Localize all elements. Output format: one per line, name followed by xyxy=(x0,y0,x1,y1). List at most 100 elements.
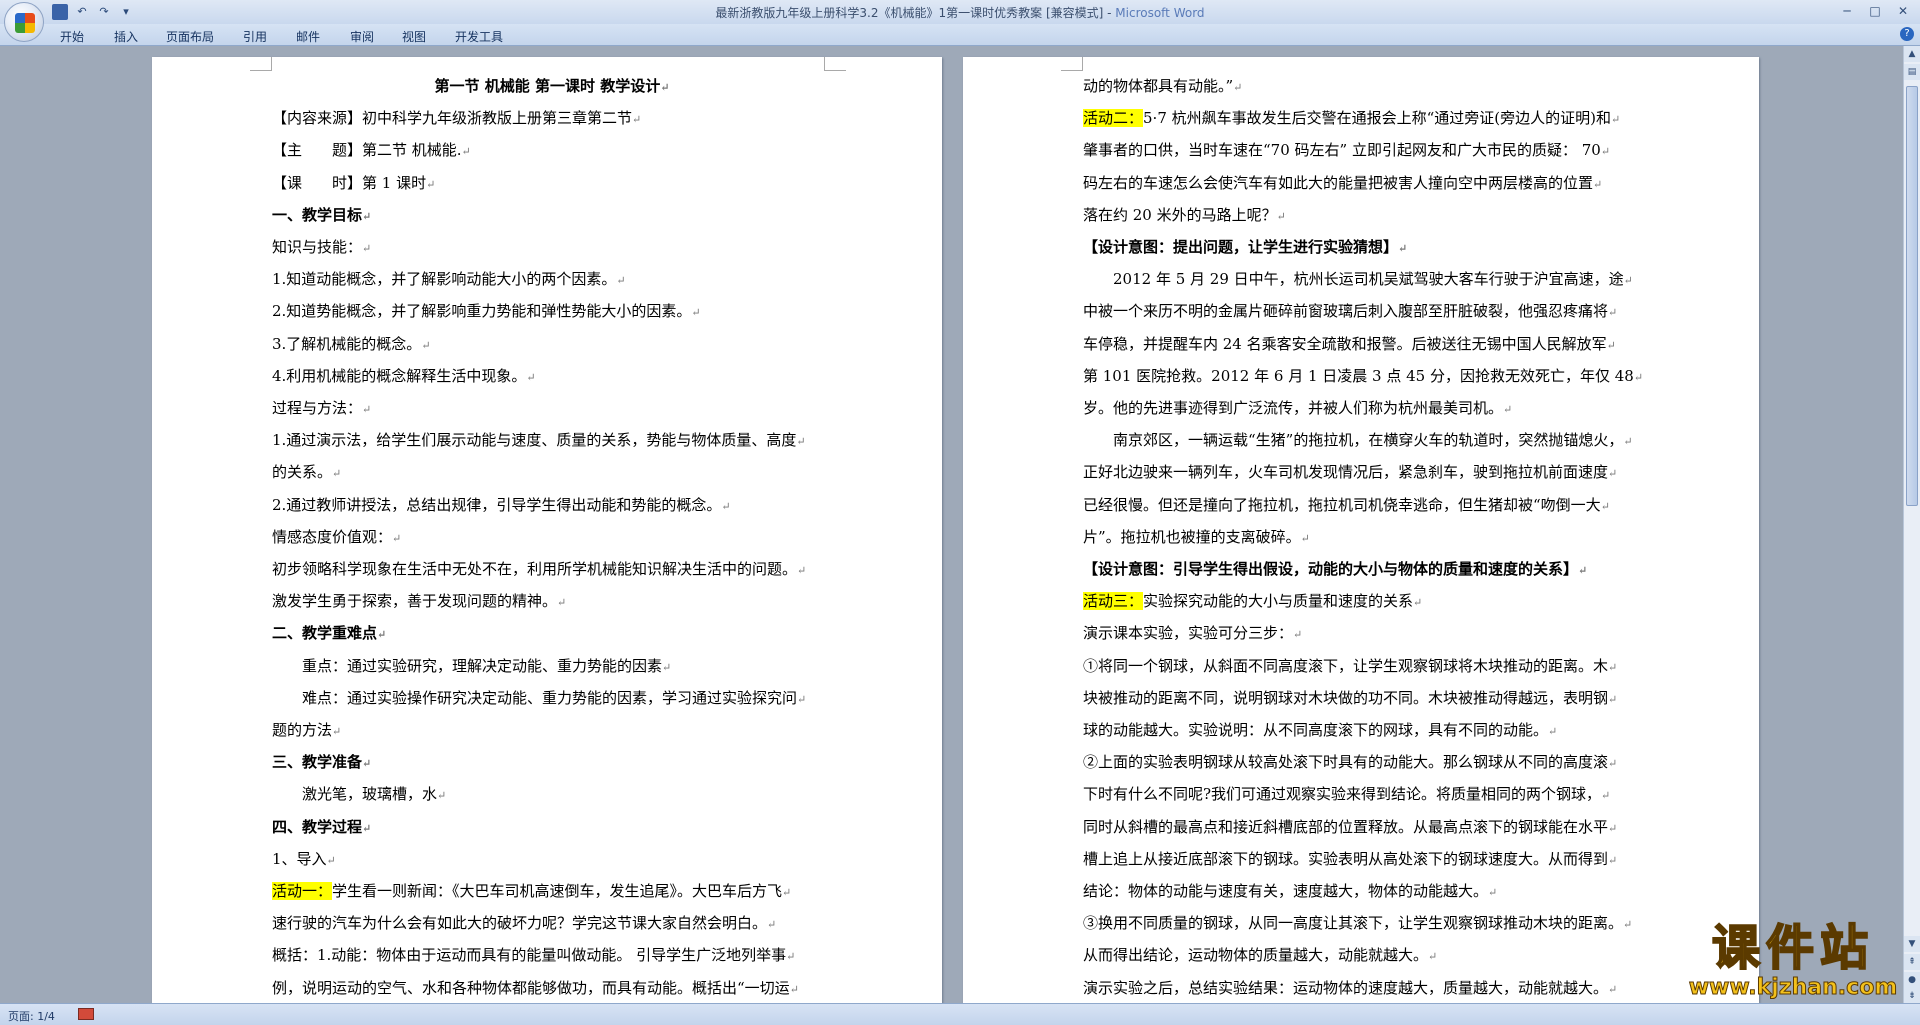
paragraph-line[interactable]: 激光笔，玻璃槽，水↵ xyxy=(272,779,832,811)
paragraph-line[interactable]: 的关系。↵ xyxy=(272,457,832,489)
paragraph-mark-icon: ↵ xyxy=(1503,403,1513,417)
highlighted-activity-label: 活动二： xyxy=(1083,109,1144,128)
paragraph-mark-icon: ↵ xyxy=(362,242,372,256)
paragraph-line[interactable]: 三、教学准备↵ xyxy=(272,747,832,779)
office-button[interactable] xyxy=(4,2,44,42)
paragraph-line[interactable]: 下时有什么不同呢?我们可通过观察实验来得到结论。将质量相同的两个钢球，↵ xyxy=(1083,779,1647,811)
paragraph-line[interactable]: 初步领略科学现象在生活中无处不在，利用所学机械能知识解决生活中的问题。↵ xyxy=(272,554,832,586)
page-1-text[interactable]: 第一节 机械能 第一课时 教学设计↵ 【内容来源】初中科学九年级浙教版上册第三章第… xyxy=(272,71,832,1003)
paragraph-line[interactable]: 四、教学过程↵ xyxy=(272,812,832,844)
paragraph-line[interactable]: 演示实验之后，总结实验结果：运动物体的速度越大，质量越大，动能就越大。↵ xyxy=(1083,973,1647,1003)
paragraph-line[interactable]: 【内容来源】初中科学九年级浙教版上册第三章第二节↵ xyxy=(272,103,832,135)
tab-home[interactable]: 开始 xyxy=(60,28,84,45)
scroll-thumb[interactable] xyxy=(1906,86,1918,506)
paragraph-mark-icon: ↵ xyxy=(1398,242,1408,256)
paragraph-line[interactable]: 2.通过教师讲授法，总结出规律，引导学生得出动能和势能的概念。↵ xyxy=(272,490,832,522)
paragraph-line[interactable]: 4.利用机械能的概念解释生活中现象。↵ xyxy=(272,361,832,393)
tab-page-layout[interactable]: 页面布局 xyxy=(166,28,214,45)
paragraph-line[interactable]: 【设计意图：引导学生得出假设，动能的大小与物体的质量和速度的关系】↵ xyxy=(1083,554,1647,586)
page-2-text[interactable]: 动的物体都具有动能。”↵ 活动二：5·7 杭州飙车事故发生后交警在通报会上称“通过… xyxy=(1083,71,1647,1003)
paragraph-line[interactable]: 3.了解机械能的概念。↵ xyxy=(272,329,832,361)
paragraph-line[interactable]: 1、导入↵ xyxy=(272,844,832,876)
paragraph-line[interactable]: 2012 年 5 月 29 日中午，杭州长运司机吴斌驾驶大客车行驶于沪宜高速，途… xyxy=(1083,264,1647,296)
help-icon[interactable]: ? xyxy=(1900,27,1914,41)
document-page-2[interactable]: 动的物体都具有动能。”↵ 活动二：5·7 杭州飙车事故发生后交警在通报会上称“通过… xyxy=(963,57,1759,1003)
paragraph-line[interactable]: 落在约 20 米外的马路上呢？↵ xyxy=(1083,200,1647,232)
paragraph-line[interactable]: 演示课本实验，实验可分三步：↵ xyxy=(1083,618,1647,650)
paragraph-line[interactable]: 1.通过演示法，给学生们展示动能与速度、质量的关系，势能与物体质量、高度↵ xyxy=(272,425,832,457)
paragraph-line[interactable]: ②上面的实验表明钢球从较高处滚下时具有的动能大。那么钢球从不同的高度滚↵ xyxy=(1083,747,1647,779)
paragraph-line[interactable]: ③换用不同质量的钢球，从同一高度让其滚下，让学生观察钢球推动木块的距离。↵ xyxy=(1083,908,1647,940)
paragraph-line[interactable]: 码左右的车速怎么会使汽车有如此大的能量把被害人撞向空中两层楼高的位置↵ xyxy=(1083,168,1647,200)
document-page-1[interactable]: 第一节 机械能 第一课时 教学设计↵ 【内容来源】初中科学九年级浙教版上册第三章第… xyxy=(152,57,942,1003)
paragraph-line[interactable]: 二、教学重难点↵ xyxy=(272,618,832,650)
paragraph-mark-icon: ↵ xyxy=(767,918,777,932)
proofing-icon[interactable] xyxy=(78,1008,94,1020)
line-text: 三、教学准备 xyxy=(272,753,363,772)
paragraph-line[interactable]: 结论：物体的动能与速度有关，速度越大，物体的动能越大。↵ xyxy=(1083,876,1647,908)
paragraph-mark-icon: ↵ xyxy=(1608,467,1618,481)
paragraph-line[interactable]: 过程与方法：↵ xyxy=(272,393,832,425)
minimize-icon[interactable]: ─ xyxy=(1834,2,1860,20)
paragraph-line[interactable]: 动的物体都具有动能。”↵ xyxy=(1083,71,1647,103)
line-text: 落在约 20 米外的马路上呢？ xyxy=(1083,205,1277,224)
paragraph-line[interactable]: 车停稳，并提醒车内 24 名乘客安全疏散和报警。后被送往无锡中国人民解放军↵ xyxy=(1083,329,1647,361)
paragraph-line[interactable]: 一、教学目标↵ xyxy=(272,200,832,232)
paragraph-mark-icon: ↵ xyxy=(377,628,387,642)
tab-mailings[interactable]: 邮件 xyxy=(296,28,320,45)
paragraph-line[interactable]: 【设计意图：提出问题，让学生进行实验猜想】↵ xyxy=(1083,232,1647,264)
paragraph-line[interactable]: 从而得出结论，运动物体的质量越大，动能就越大。↵ xyxy=(1083,940,1647,972)
paragraph-line[interactable]: 同时从斜槽的最高点和接近斜槽底部的位置释放。从最高点滚下的钢球能在水平↵ xyxy=(1083,812,1647,844)
paragraph-line[interactable]: 难点：通过实验操作研究决定动能、重力势能的因素，学习通过实验探究问↵ xyxy=(272,683,832,715)
tab-references[interactable]: 引用 xyxy=(243,28,267,45)
paragraph-line[interactable]: 2.知道势能概念，并了解影响重力势能和弹性势能大小的因素。↵ xyxy=(272,296,832,328)
paragraph-line[interactable]: 正好北边驶来一辆列车，火车司机发现情况后，紧急刹车，驶到拖拉机前面速度↵ xyxy=(1083,457,1647,489)
maximize-icon[interactable]: □ xyxy=(1862,2,1888,20)
paragraph-line[interactable]: 重点：通过实验研究，理解决定动能、重力势能的因素↵ xyxy=(272,651,832,683)
paragraph-line[interactable]: 中被一个来历不明的金属片砸碎前窗玻璃后刺入腹部至肝脏破裂，他强忍疼痛将↵ xyxy=(1083,296,1647,328)
line-text: 中被一个来历不明的金属片砸碎前窗玻璃后刺入腹部至肝脏破裂，他强忍疼痛将 xyxy=(1083,302,1609,321)
paragraph-line[interactable]: 活动三：实验探究动能的大小与质量和速度的关系↵ xyxy=(1083,586,1647,618)
paragraph-line[interactable]: 例，说明运动的空气、水和各种物体都能够做功，而具有动能。概括出“一切运↵ xyxy=(272,973,832,1003)
paragraph-line[interactable]: 情感态度价值观：↵ xyxy=(272,522,832,554)
line-text: 情感态度价值观： xyxy=(272,527,393,546)
paragraph-line[interactable]: 【课 时】第 1 课时↵ xyxy=(272,168,832,200)
paragraph-mark-icon: ↵ xyxy=(616,274,626,288)
paragraph-line[interactable]: 第 101 医院抢救。2012 年 6 月 1 日凌晨 3 点 45 分，因抢救… xyxy=(1083,361,1647,393)
paragraph-line[interactable]: 片”。拖拉机也被撞的支离破碎。↵ xyxy=(1083,522,1647,554)
close-icon[interactable]: ✕ xyxy=(1890,2,1916,20)
paragraph-line[interactable]: 【主 题】第二节 机械能.↵ xyxy=(272,135,832,167)
tab-developer[interactable]: 开发工具 xyxy=(455,28,503,45)
page-indicator[interactable]: 页面: 1/4 xyxy=(8,1008,55,1024)
paragraph-line[interactable]: 第一节 机械能 第一课时 教学设计↵ xyxy=(272,71,832,103)
vertical-scrollbar[interactable]: ▲ ▤ ▼ ⇞ ● ⇟ xyxy=(1903,46,1920,1004)
paragraph-line[interactable]: 已经很慢。但还是撞向了拖拉机，拖拉机司机侥幸逃命，但生猪却被“吻倒一大↵ xyxy=(1083,490,1647,522)
line-text: 已经很慢。但还是撞向了拖拉机，拖拉机司机侥幸逃命，但生猪却被“吻倒一大 xyxy=(1083,495,1601,514)
ruler-toggle-icon[interactable]: ▤ xyxy=(1904,64,1920,80)
paragraph-line[interactable]: 速行驶的汽车为什么会有如此大的破坏力呢？学完这节课大家自然会明白。↵ xyxy=(272,908,832,940)
paragraph-line[interactable]: 激发学生勇于探索，善于发现问题的精神。↵ xyxy=(272,586,832,618)
line-text: ③换用不同质量的钢球，从同一高度让其滚下，让学生观察钢球推动木块的距离。 xyxy=(1083,914,1624,933)
paragraph-line[interactable]: ①将同一个钢球，从斜面不同高度滚下，让学生观察钢球将木块推动的距离。木↵ xyxy=(1083,651,1647,683)
scroll-up-icon[interactable]: ▲ xyxy=(1904,46,1920,62)
tab-view[interactable]: 视图 xyxy=(402,28,426,45)
paragraph-line[interactable]: 肇事者的口供，当时车速在“70 码左右” 立即引起网友和广大市民的质疑： 70↵ xyxy=(1083,135,1647,167)
paragraph-mark-icon: ↵ xyxy=(1633,370,1644,384)
line-text: 【设计意图：提出问题，让学生进行实验猜想】 xyxy=(1083,238,1399,257)
paragraph-line[interactable]: 岁。他的先进事迹得到广泛流传，并被人们称为杭州最美司机。↵ xyxy=(1083,393,1647,425)
tab-insert[interactable]: 插入 xyxy=(114,28,138,45)
paragraph-line[interactable]: 南京郊区，一辆运载“生猪”的拖拉机，在横穿火车的轨道时，突然抛锚熄火，↵ xyxy=(1083,425,1647,457)
paragraph-line[interactable]: 球的动能越大。实验说明：从不同高度滚下的网球，具有不同的动能。↵ xyxy=(1083,715,1647,747)
paragraph-line[interactable]: 题的方法↵ xyxy=(272,715,832,747)
paragraph-line[interactable]: 概括：1.动能：物体由于运动而具有的能量叫做动能。 引导学生广泛地列举事↵ xyxy=(272,940,832,972)
paragraph-line[interactable]: 块被推动的距离不同，说明钢球对木块做的功不同。木块被推动得越远，表明钢↵ xyxy=(1083,683,1647,715)
paragraph-line[interactable]: 活动一：学生看一则新闻：《大巴车司机高速倒车，发生追尾》。大巴车后方飞↵ xyxy=(272,876,832,908)
line-text: 激发学生勇于探索，善于发现问题的精神。 xyxy=(272,592,558,611)
paragraph-line[interactable]: 知识与技能：↵ xyxy=(272,232,832,264)
paragraph-line[interactable]: 活动二：5·7 杭州飙车事故发生后交警在通报会上称“通过旁证(旁边人的证明)和↵ xyxy=(1083,103,1647,135)
tab-review[interactable]: 审阅 xyxy=(350,28,374,45)
paragraph-mark-icon: ↵ xyxy=(1608,660,1618,674)
paragraph-line[interactable]: 1.知道动能概念，并了解影响动能大小的两个因素。↵ xyxy=(272,264,832,296)
paragraph-line[interactable]: 槽上追上从接近底部滚下的钢球。实验表明从高处滚下的钢球速度大。从而得到↵ xyxy=(1083,844,1647,876)
line-text: 肇事者的口供，当时车速在“70 码左右” 立即引起网友和广大市民的质疑： 70 xyxy=(1083,141,1601,160)
